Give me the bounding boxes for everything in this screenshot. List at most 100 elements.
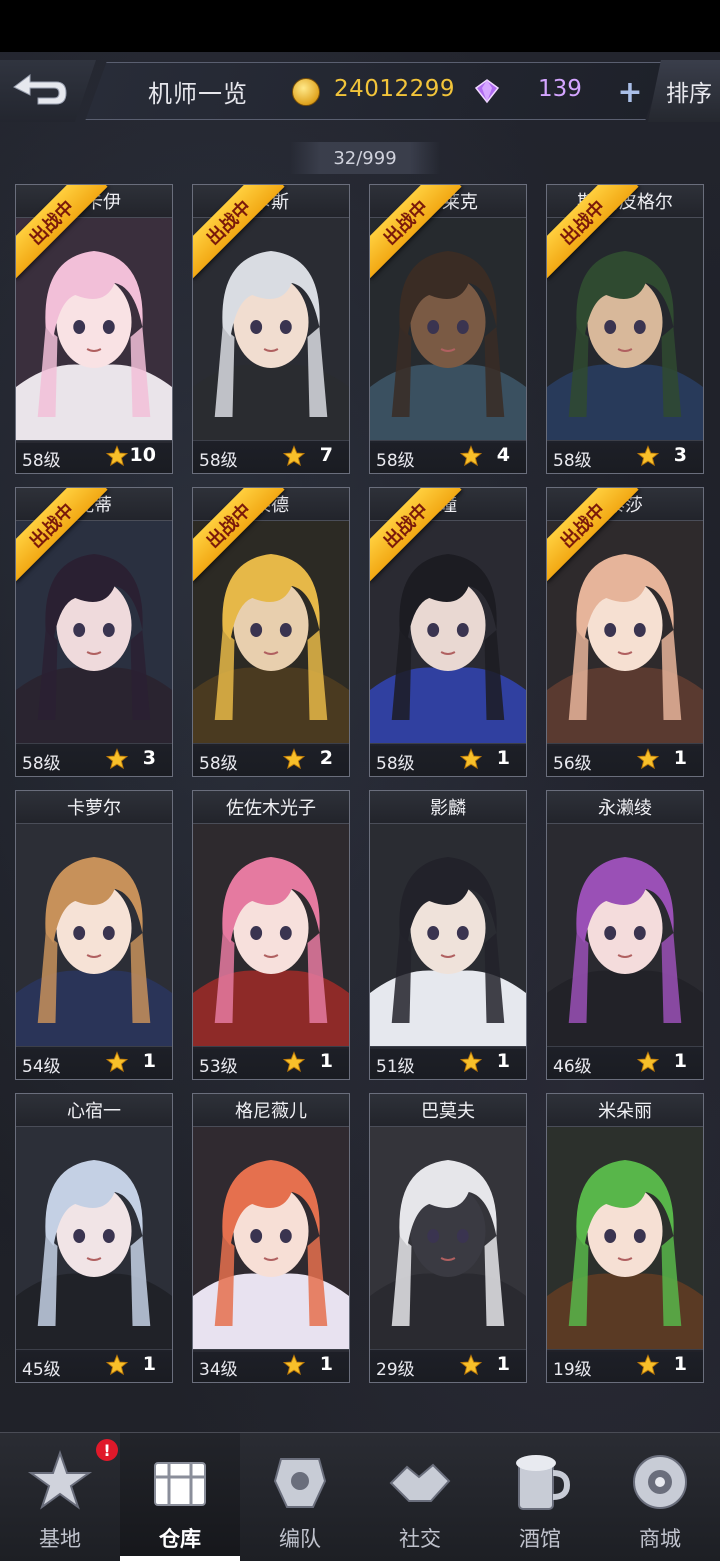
pilot-card[interactable]: 泰莎 出战中 56级 1 [546,487,704,777]
star-icon [283,445,305,467]
pilot-name: 米朵丽 [547,1094,703,1127]
pilot-star-count: 10 [129,444,156,466]
nav-label: 基地 [39,1527,81,1551]
nav-warehouse[interactable]: 仓库 [120,1433,240,1561]
pilot-card[interactable]: 妮蒂 出战中 58级 3 [15,487,173,777]
star-icon [106,1051,128,1073]
pilot-star-count: 4 [496,444,510,466]
pilot-level: 58级 [199,451,238,471]
nav-tavern[interactable]: 酒馆 [480,1433,600,1561]
star-icon [106,1354,128,1376]
pilot-level: 56级 [553,754,592,774]
pilot-level: 53级 [199,1057,238,1077]
pilot-star-count: 1 [319,1353,333,1375]
nav-base[interactable]: 基地! [0,1433,120,1561]
pilot-level: 58级 [553,451,592,471]
pilot-footer: 58级 3 [547,440,703,473]
pilot-level: 46级 [553,1057,592,1077]
pilot-count: 32/999 [290,142,440,174]
pilot-footer: 58级 3 [16,743,172,776]
pilot-footer: 58级 1 [370,743,526,776]
pilot-level: 51级 [376,1057,415,1077]
page-title: 机师一览 [148,80,248,108]
back-arrow-icon [13,74,67,105]
pilot-star-count: 1 [496,1050,510,1072]
gold-coin-icon [292,78,320,106]
pilot-footer: 53级 1 [193,1046,349,1079]
status-bar [0,0,720,52]
pilot-star-count: 3 [142,747,156,769]
alert-badge: ! [96,1439,118,1461]
pilot-portrait [193,823,349,1049]
pilot-card[interactable]: 斯·斯皮格尔 出战中 58级 3 [546,184,704,474]
pilot-star-count: 1 [142,1353,156,1375]
star-icon [106,445,128,467]
pilot-name: 格尼薇儿 [193,1094,349,1127]
sort-label: 排序 [666,81,712,107]
back-button[interactable] [0,60,96,122]
pilot-card[interactable]: 佐佐木光子 53级 1 [192,790,350,1080]
star-icon [637,1051,659,1073]
pilot-star-count: 1 [319,1050,333,1072]
star-icon [283,1354,305,1376]
pilot-footer: 19级 1 [547,1349,703,1382]
pilot-card[interactable]: 影麟 51级 1 [369,790,527,1080]
pilot-footer: 34级 1 [193,1349,349,1382]
pilot-card[interactable]: 巴莫夫 29级 1 [369,1093,527,1383]
pilot-footer: 58级 10 [16,440,172,473]
pilot-card[interactable]: 格尼薇儿 34级 1 [192,1093,350,1383]
pilot-star-count: 2 [319,747,333,769]
pilot-portrait [16,823,172,1049]
pilot-card[interactable]: 瞳出战中 58级 1 [369,487,527,777]
social-icon [389,1463,451,1502]
star-icon [460,1051,482,1073]
pilot-card[interactable]: 卡萝尔 54级 1 [15,790,173,1080]
pilot-footer: 46级 1 [547,1046,703,1079]
pilot-name: 佐佐木光子 [193,791,349,824]
pilot-footer: 45级 1 [16,1349,172,1382]
pilot-portrait [16,1126,172,1352]
pilot-level: 19级 [553,1360,592,1380]
pilot-level: 58级 [22,754,61,774]
nav-shop[interactable]: 商城 [600,1433,720,1561]
pilot-level: 58级 [376,754,415,774]
formation-icon [273,1458,327,1508]
pilot-star-count: 3 [673,444,687,466]
pilot-card[interactable]: ·布莱克 出战中 58级 4 [369,184,527,474]
pilot-portrait [370,1126,526,1352]
nav-label: 酒馆 [519,1527,561,1551]
pilot-star-count: 1 [142,1050,156,1072]
pilot-star-count: 7 [319,444,333,466]
pilot-card[interactable]: 米朵丽 19级 1 [546,1093,704,1383]
pilot-star-count: 1 [673,747,687,769]
gold-amount: 24012299 [334,76,456,102]
pilot-footer: 54级 1 [16,1046,172,1079]
pilot-card[interactable]: 心宿一 45级 1 [15,1093,173,1383]
pilot-portrait [547,1126,703,1352]
add-diamond-button[interactable]: + [614,75,646,110]
pilot-footer: 29级 1 [370,1349,526,1382]
top-header: 机师一览 24012299 139 + 排序 [0,52,720,130]
pilot-card[interactable]: 卡斯 出战中 58级 7 [192,184,350,474]
star-icon [106,748,128,770]
pilot-card[interactable]: 永濑绫 46级 1 [546,790,704,1080]
warehouse-icon [154,1462,206,1506]
diamond-amount: 139 [538,76,582,102]
nav-label: 商城 [639,1527,681,1551]
pilot-name: 永濑绫 [547,791,703,824]
star-icon [460,445,482,467]
pilot-card[interactable]: 格卡伊 出战中 58级 10 [15,184,173,474]
pilot-portrait [193,1126,349,1352]
pilot-card[interactable]: 莱德 出战中 58级 2 [192,487,350,777]
nav-formation[interactable]: 编队 [240,1433,360,1561]
nav-social[interactable]: 社交 [360,1433,480,1561]
pilot-name: 卡萝尔 [16,791,172,824]
star-icon [637,445,659,467]
nav-label: 社交 [399,1527,441,1551]
pilot-footer: 56级 1 [547,743,703,776]
star-icon [460,748,482,770]
pilot-star-count: 1 [673,1050,687,1072]
pilot-portrait [370,823,526,1049]
pilot-name: 巴莫夫 [370,1094,526,1127]
pilot-footer: 58级 4 [370,440,526,473]
